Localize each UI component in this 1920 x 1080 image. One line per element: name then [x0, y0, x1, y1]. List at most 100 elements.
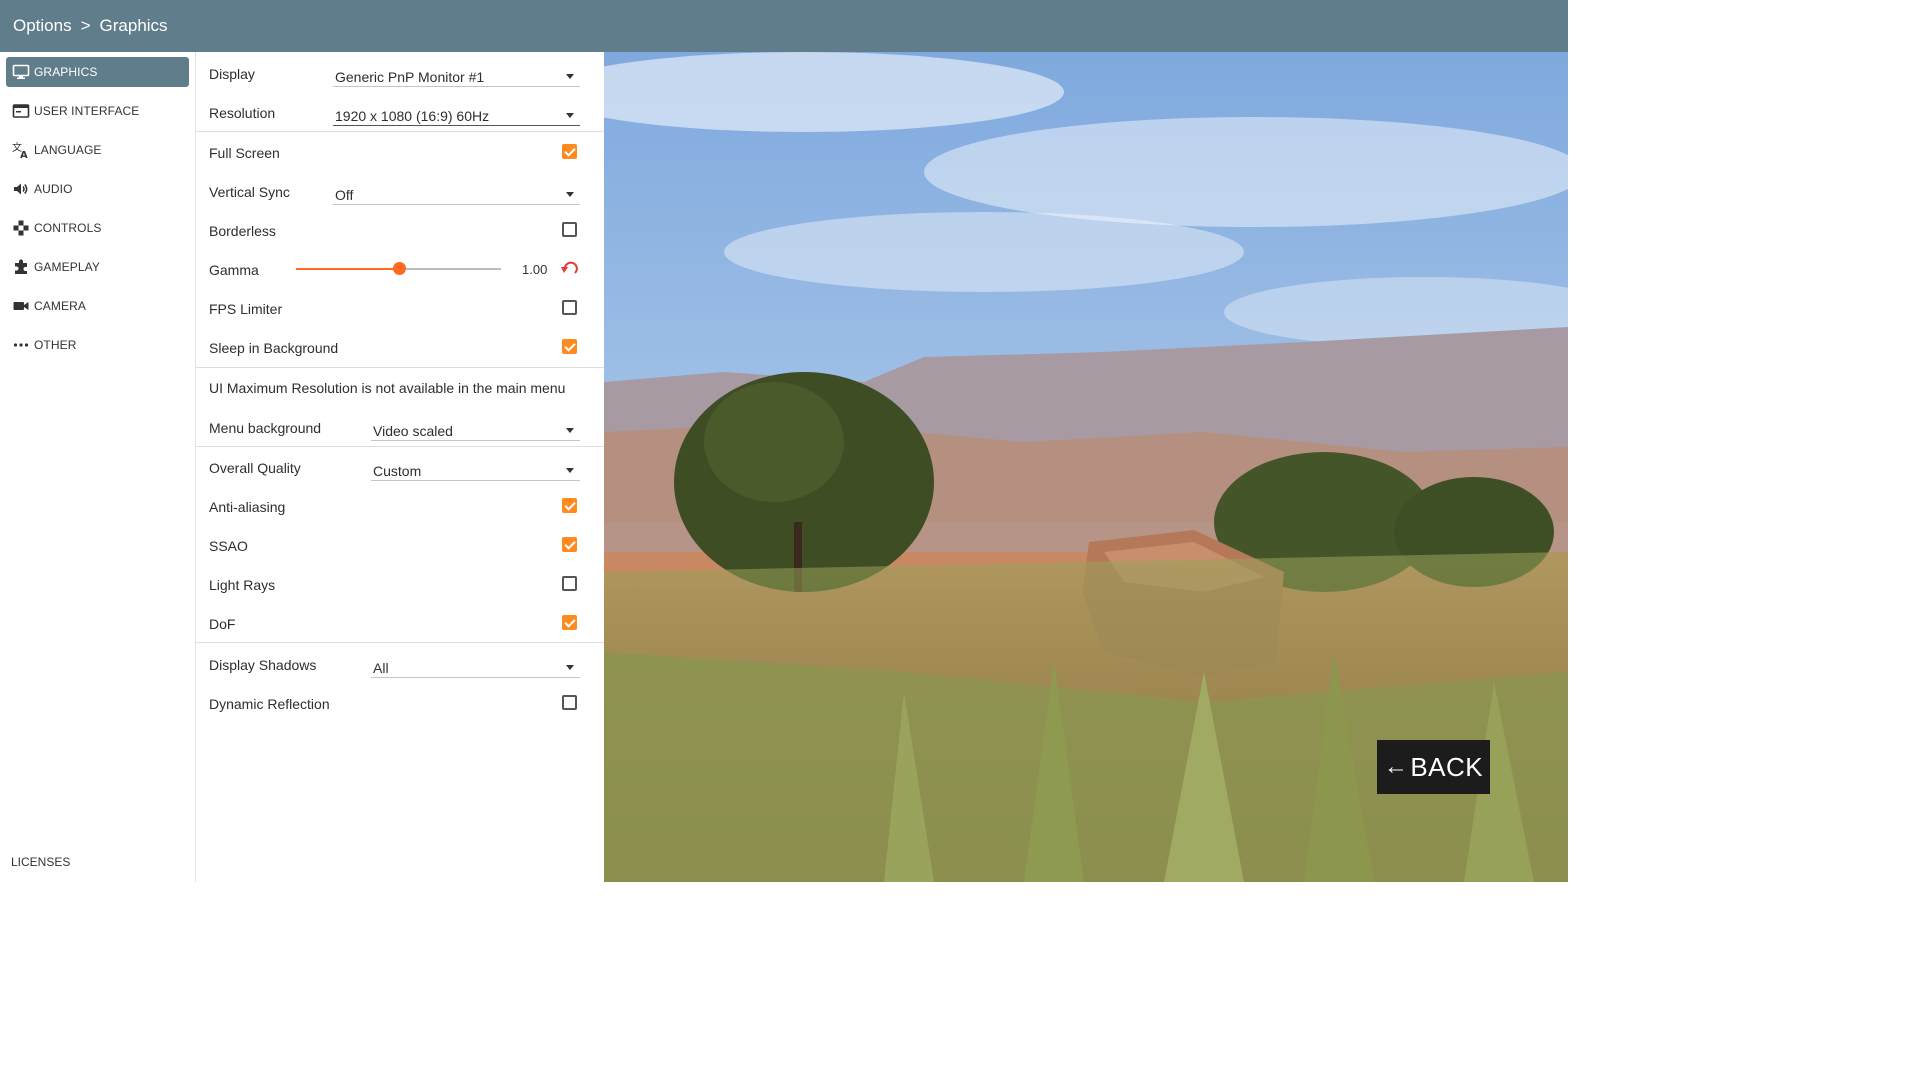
sidebar-item-label: CONTROLS [34, 221, 102, 235]
sidebar-item-audio[interactable]: AUDIO [6, 174, 189, 204]
setting-display-shadows: Display Shadows All [196, 645, 604, 684]
setting-overall-quality: Overall Quality Custom [196, 448, 604, 487]
anti-aliasing-checkbox[interactable] [562, 498, 577, 513]
display-shadows-select[interactable]: All [371, 654, 580, 678]
puzzle-icon [12, 258, 30, 276]
menu-background-select[interactable]: Video scaled [371, 417, 580, 441]
overall-quality-select[interactable]: Custom [371, 457, 580, 481]
setting-label: Sleep in Background [209, 340, 339, 356]
dof-checkbox[interactable] [562, 615, 577, 630]
sidebar-item-label: GAMEPLAY [34, 260, 100, 274]
sidebar-item-controls[interactable]: CONTROLS [6, 213, 189, 243]
gamma-slider-fill [296, 268, 399, 270]
breadcrumb-root[interactable]: Options [13, 16, 72, 36]
breadcrumb: Options > Graphics [0, 0, 1568, 52]
chevron-down-icon [566, 665, 574, 670]
setting-label: DoF [209, 616, 236, 632]
sidebar-item-label: CAMERA [34, 299, 86, 313]
sidebar-item-user-interface[interactable]: USER INTERFACE [6, 96, 189, 126]
chevron-down-icon [566, 468, 574, 473]
setting-dof: DoF [196, 604, 604, 643]
section-divider [196, 367, 604, 368]
setting-label: Resolution [209, 105, 276, 121]
setting-label: Display Shadows [209, 657, 317, 673]
window-icon [12, 102, 30, 120]
display-select[interactable]: Generic PnP Monitor #1 [333, 63, 580, 87]
gamepad-icon [12, 219, 30, 237]
gamma-value: 1.00 [522, 262, 548, 277]
setting-label: Gamma [209, 262, 259, 278]
section-divider [196, 446, 604, 447]
ui-max-resolution-note: UI Maximum Resolution is not available i… [209, 380, 566, 396]
graphics-settings-panel: Display Generic PnP Monitor #1 Resolutio… [196, 52, 604, 882]
setting-vertical-sync: Vertical Sync Off [196, 172, 604, 211]
sidebar-item-label: OTHER [34, 338, 77, 352]
video-camera-icon [12, 297, 30, 315]
ssao-checkbox[interactable] [562, 537, 577, 552]
arrow-left-icon: ← [1383, 753, 1409, 780]
setting-light-rays: Light Rays [196, 565, 604, 604]
setting-display: Display Generic PnP Monitor #1 [196, 54, 604, 93]
more-dots-icon [12, 336, 30, 354]
sidebar-item-camera[interactable]: CAMERA [6, 291, 189, 321]
setting-resolution: Resolution 1920 x 1080 (16:9) 60Hz [196, 93, 604, 132]
sidebar-item-other[interactable]: OTHER [6, 330, 189, 360]
setting-label: Anti-aliasing [209, 499, 286, 515]
setting-label: Light Rays [209, 577, 276, 593]
setting-label: Menu background [209, 420, 322, 436]
sidebar-item-gameplay[interactable]: GAMEPLAY [6, 252, 189, 282]
back-button[interactable]: ← BACK [1377, 740, 1490, 794]
light-rays-checkbox[interactable] [562, 576, 577, 591]
sidebar-item-graphics[interactable]: GRAPHICS [6, 57, 189, 87]
vertical-sync-select[interactable]: Off [333, 181, 580, 205]
setting-dynamic-reflection: Dynamic Reflection [196, 684, 604, 723]
section-divider [196, 642, 604, 643]
setting-menu-background: Menu background Video scaled [196, 408, 604, 447]
select-value: Video scaled [373, 423, 453, 439]
gamma-slider[interactable] [296, 262, 501, 275]
sidebar-item-label: AUDIO [34, 182, 73, 196]
setting-label: FPS Limiter [209, 301, 283, 317]
monitor-icon [12, 63, 30, 81]
sidebar-item-label: GRAPHICS [34, 65, 98, 79]
setting-label: Overall Quality [209, 460, 301, 476]
resolution-select[interactable]: 1920 x 1080 (16:9) 60Hz [333, 102, 580, 126]
svg-text:A: A [20, 150, 28, 159]
setting-borderless: Borderless [196, 211, 604, 250]
setting-sleep-in-background: Sleep in Background [196, 328, 604, 367]
borderless-checkbox[interactable] [562, 222, 577, 237]
sidebar-item-language[interactable]: 文A LANGUAGE [6, 135, 189, 165]
chevron-down-icon [566, 113, 574, 118]
translate-icon: 文A [12, 141, 30, 159]
dynamic-reflection-checkbox[interactable] [562, 695, 577, 710]
setting-fps-limiter: FPS Limiter [196, 289, 604, 328]
setting-label: Full Screen [209, 145, 280, 161]
chevron-down-icon [566, 428, 574, 433]
setting-ssao: SSAO [196, 526, 604, 565]
select-value: Custom [373, 463, 422, 479]
setting-label: Display [209, 66, 255, 82]
gamma-slider-handle[interactable] [392, 262, 406, 275]
setting-anti-aliasing: Anti-aliasing [196, 487, 604, 526]
select-value: Off [335, 187, 354, 203]
breadcrumb-separator: > [80, 16, 91, 35]
select-value: All [373, 660, 389, 676]
setting-label: Borderless [209, 223, 276, 239]
breadcrumb-current: Graphics [99, 16, 168, 35]
speaker-icon [12, 180, 30, 198]
select-value: 1920 x 1080 (16:9) 60Hz [335, 108, 490, 124]
sidebar: GRAPHICS USER INTERFACE 文A LANGUAGE AUDI… [0, 52, 196, 882]
full-screen-checkbox[interactable] [562, 144, 577, 159]
setting-label: SSAO [209, 538, 248, 554]
reset-icon[interactable] [560, 260, 580, 278]
sleep-in-background-checkbox[interactable] [562, 339, 577, 354]
sidebar-item-label: LANGUAGE [34, 143, 102, 157]
licenses-link[interactable]: LICENSES [11, 855, 70, 869]
setting-label: Dynamic Reflection [209, 696, 330, 712]
select-value: Generic PnP Monitor #1 [335, 69, 485, 85]
fps-limiter-checkbox[interactable] [562, 300, 577, 315]
chevron-down-icon [566, 192, 574, 197]
sidebar-item-label: USER INTERFACE [34, 104, 140, 118]
setting-full-screen: Full Screen [196, 133, 604, 172]
back-button-label: BACK [1410, 751, 1484, 782]
